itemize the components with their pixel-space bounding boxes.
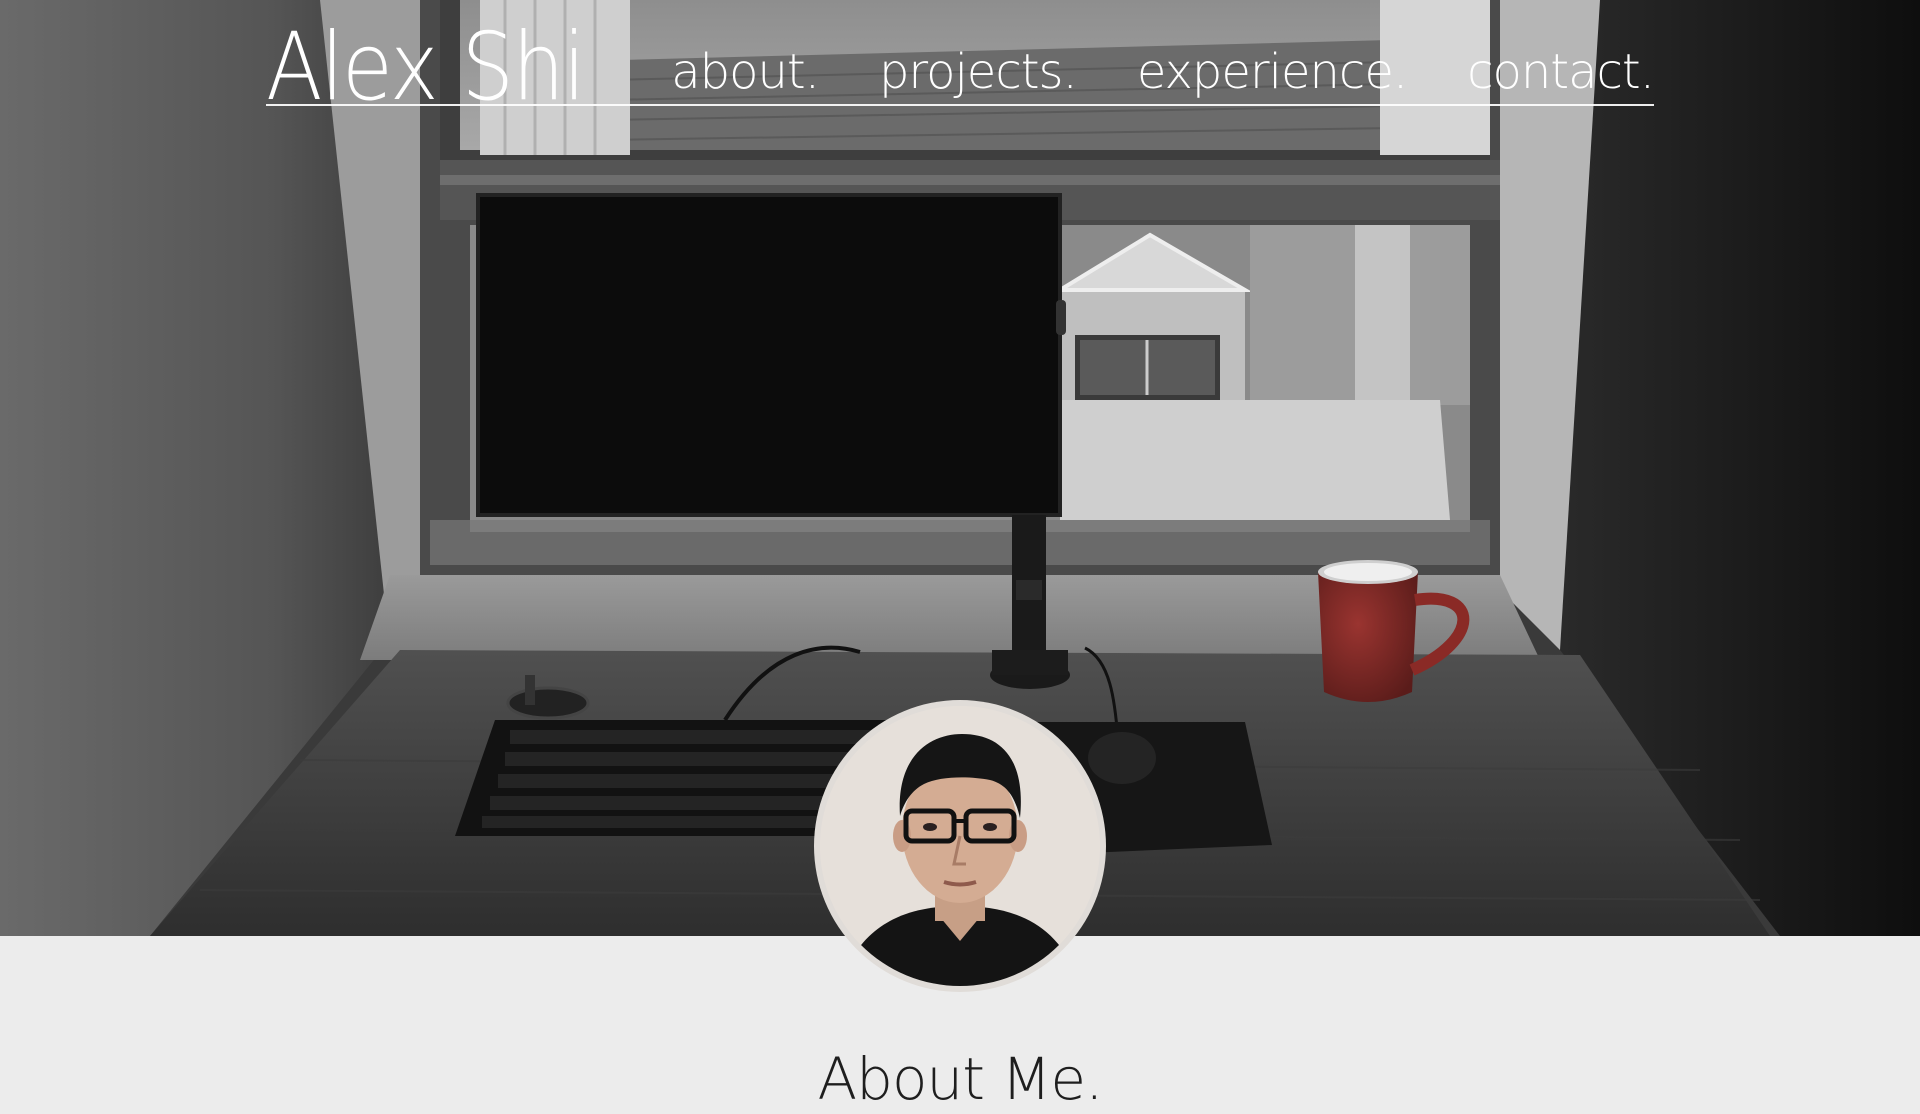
main-nav: about. projects. experience. contact. [671,42,1655,102]
profile-avatar [820,706,1100,986]
site-logo-link[interactable]: Alex Shi [266,18,586,118]
nav-link-about[interactable]: about. [671,42,820,102]
nav-link-contact[interactable]: contact. [1467,42,1655,102]
nav-link-experience[interactable]: experience. [1137,42,1408,102]
about-heading: About Me. [817,1045,1103,1114]
site-header: Alex Shi about. projects. experience. co… [266,18,1655,118]
nav-link-projects[interactable]: projects. [879,42,1078,102]
profile-photo [820,706,1100,986]
